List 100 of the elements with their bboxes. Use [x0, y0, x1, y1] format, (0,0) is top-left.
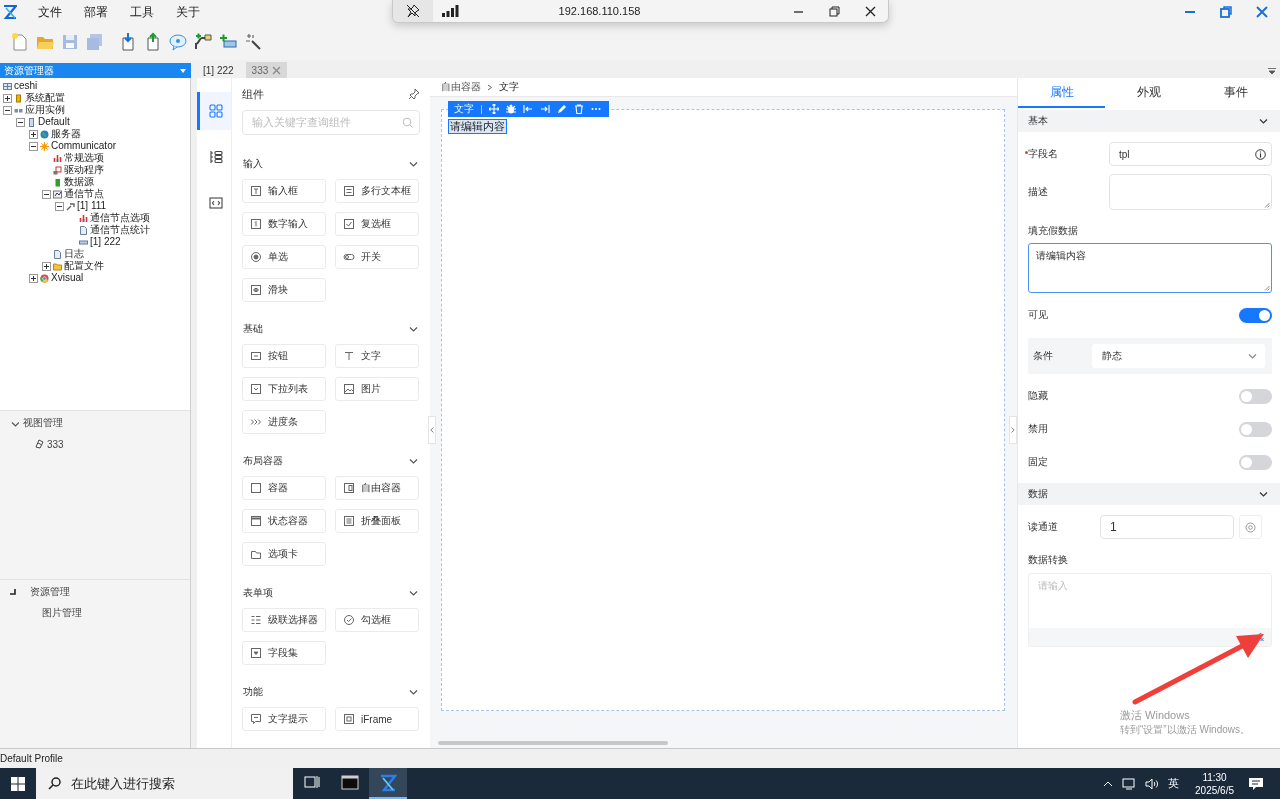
align-right-icon[interactable]	[540, 104, 550, 114]
notification-icon[interactable]	[1248, 776, 1264, 791]
collapse-toggle-icon[interactable]	[29, 141, 38, 151]
pencil-icon[interactable]	[557, 104, 567, 114]
tree-item[interactable]: Communicator	[51, 140, 117, 152]
component-item[interactable]: 选项卡	[242, 542, 326, 566]
breadcrumb-item[interactable]: 文字	[499, 80, 519, 94]
component-item[interactable]: 级联选择器	[242, 608, 326, 632]
component-item[interactable]: 折叠面板	[335, 509, 419, 533]
clock-time[interactable]: 11:30	[1202, 770, 1227, 784]
close-icon[interactable]	[864, 5, 876, 17]
breadcrumb-item[interactable]: 自由容器	[441, 80, 481, 94]
component-item[interactable]: 进度条	[242, 410, 326, 434]
component-item[interactable]: 自由容器	[335, 476, 419, 500]
chevron-down-icon[interactable]	[408, 456, 418, 466]
network-icon[interactable]	[1122, 777, 1137, 790]
plug-icon[interactable]	[193, 32, 213, 52]
component-item[interactable]: 文字	[335, 344, 419, 368]
component-item[interactable]: 复选框	[335, 212, 419, 236]
section-header[interactable]: 数据	[1018, 483, 1280, 505]
app-icon[interactable]	[379, 773, 397, 792]
move-icon[interactable]	[489, 104, 499, 114]
component-item[interactable]: iFrame	[335, 707, 419, 731]
resource-item[interactable]: 图片管理	[42, 606, 82, 620]
resize-grip-icon[interactable]	[1264, 285, 1270, 291]
component-item[interactable]: 容器	[242, 476, 326, 500]
select-field[interactable]: 静态	[1092, 344, 1265, 368]
resize-grip-icon[interactable]	[1264, 202, 1270, 208]
tree-item[interactable]: [1] 222	[90, 236, 121, 248]
grid-icon[interactable]	[208, 104, 223, 118]
chevron-right-icon[interactable]	[1011, 427, 1015, 433]
list-icon[interactable]	[208, 150, 223, 164]
tree-item[interactable]: 通信节点选项	[90, 212, 150, 224]
align-left-icon[interactable]	[523, 104, 533, 114]
tree-item[interactable]: 应用实例	[25, 104, 65, 116]
search-field[interactable]: 在此键入进行搜索	[36, 768, 293, 799]
expand-toggle-icon[interactable]	[29, 273, 38, 283]
chevron-down-icon[interactable]	[1247, 351, 1257, 361]
section-header[interactable]: 基本	[1018, 110, 1280, 132]
chevron-left-icon[interactable]	[430, 427, 434, 433]
component-item[interactable]: 图片	[335, 377, 419, 401]
document-tab[interactable]: 333	[245, 62, 288, 78]
chevron-down-icon[interactable]	[408, 159, 418, 169]
component-item[interactable]: 数字输入	[242, 212, 326, 236]
text-element[interactable]: 请编辑内容	[448, 119, 507, 134]
menu-item[interactable]: 部署	[73, 0, 119, 24]
view-item[interactable]: 333	[47, 438, 64, 450]
expand-toggle-icon[interactable]	[42, 261, 51, 271]
code-icon[interactable]	[208, 196, 223, 210]
tree-item[interactable]: 服务器	[51, 128, 81, 140]
speech-bubble-icon[interactable]	[168, 32, 188, 52]
expand-toggle-icon[interactable]	[29, 129, 38, 139]
tree-item[interactable]: 通信节点统计	[90, 224, 150, 236]
trash-icon[interactable]	[574, 104, 584, 114]
restore-icon[interactable]	[1219, 5, 1233, 19]
unpin-button[interactable]	[393, 0, 433, 22]
property-tab[interactable]: 事件	[1192, 78, 1280, 108]
menu-item[interactable]: 工具	[119, 0, 165, 24]
scrollbar-thumb[interactable]	[438, 741, 668, 745]
dropdown-arrow-icon[interactable]	[179, 67, 187, 74]
volume-icon[interactable]	[1145, 777, 1160, 790]
component-item[interactable]: 按钮	[242, 344, 326, 368]
component-item[interactable]: 单选	[242, 245, 326, 269]
magic-wand-icon[interactable]	[243, 32, 263, 52]
property-tab[interactable]: 属性	[1018, 78, 1106, 108]
component-item[interactable]: 文字提示	[242, 707, 326, 731]
tree-item[interactable]: 驱动程序	[64, 164, 104, 176]
tree-item[interactable]: 系统配置	[25, 92, 65, 104]
toggle-switch[interactable]	[1239, 421, 1272, 437]
tree-item[interactable]: [1] 111	[77, 200, 107, 212]
component-item[interactable]: 勾选框	[335, 608, 419, 632]
component-item[interactable]: 状态容器	[242, 509, 326, 533]
clock-date[interactable]: 2025/6/5	[1195, 783, 1234, 797]
component-item[interactable]: 开关	[335, 245, 419, 269]
text-field[interactable]: tpl	[1109, 142, 1272, 166]
tree-item[interactable]: 配置文件	[64, 260, 104, 272]
chevron-down-icon[interactable]	[408, 324, 418, 334]
component-item[interactable]: 输入框	[242, 179, 326, 203]
toggle-switch[interactable]	[1239, 454, 1272, 470]
tab-menu-icon[interactable]	[1268, 68, 1276, 74]
start-windows-icon[interactable]	[11, 776, 25, 791]
text-area[interactable]: 请编辑内容	[1028, 243, 1272, 293]
component-item[interactable]: 下拉列表	[242, 377, 326, 401]
collapse-toggle-icon[interactable]	[55, 201, 64, 211]
tree-item[interactable]: 日志	[64, 248, 84, 260]
restore-icon[interactable]	[828, 5, 840, 17]
terminal-icon[interactable]	[341, 773, 359, 792]
component-item[interactable]: 多行文本框	[335, 179, 419, 203]
unpin-icon[interactable]	[406, 4, 420, 18]
expand-toggle-icon[interactable]	[3, 93, 12, 103]
toggle-switch[interactable]	[1239, 307, 1272, 323]
collapse-handle[interactable]	[1009, 416, 1017, 444]
collapse-toggle-icon[interactable]	[3, 105, 12, 115]
toggle-switch[interactable]	[1239, 388, 1272, 404]
menu-item[interactable]: 关于	[165, 0, 211, 24]
tree-item[interactable]: 数据源	[64, 176, 94, 188]
collapse-toggle-icon[interactable]	[16, 117, 25, 127]
corner-icon[interactable]	[10, 589, 16, 595]
collapse-handle[interactable]	[428, 416, 436, 444]
document-tab[interactable]: [1] 222	[197, 62, 240, 78]
